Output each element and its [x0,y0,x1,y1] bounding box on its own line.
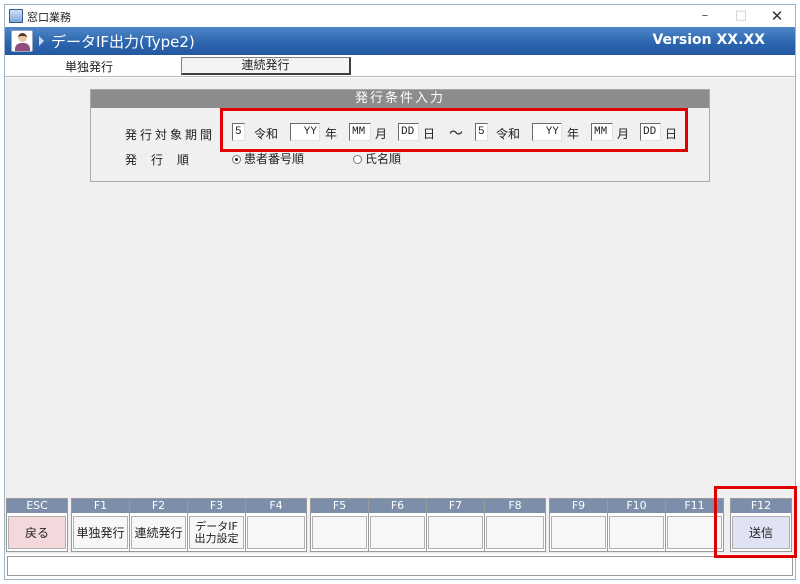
f6-button[interactable] [370,516,425,549]
continuous-issue-button[interactable]: 連続発行 [131,516,186,549]
order-radio-patient-number[interactable]: 患者番号順 [232,150,304,167]
title-bar: 窓口業務 – □ ✕ [5,5,795,27]
panel-heading: 発行条件入力 [91,90,709,108]
fkey-esc[interactable]: ESC 戻る [7,499,67,551]
fkey-caption: F1 [72,499,129,513]
f9-button[interactable] [551,516,606,549]
radio-label: 患者番号順 [244,152,305,166]
from-year-field[interactable]: YY [290,123,320,141]
to-era-name: 令和 [496,127,521,141]
to-day-unit: 日 [665,127,678,141]
menu-arrow-icon[interactable] [39,36,44,46]
fkey-group-f9-f11: F9 F10 F11 [549,498,724,552]
radio-label: 氏名順 [365,152,402,166]
tab-single-issue[interactable]: 単独発行 [65,58,113,75]
from-year-unit: 年 [325,127,338,141]
header-bar: データIF出力(Type2) Version XX.XX [5,27,795,55]
button-label-line2: 出力設定 [194,531,239,545]
radio-unselected-icon [353,155,362,164]
maximize-button[interactable]: □ [723,5,759,27]
fkey-caption: F2 [130,499,187,513]
data-if-settings-button[interactable]: データIF 出力設定 [189,516,244,549]
fkey-group-f5-f8: F5 F6 F7 F8 [310,498,546,552]
fkey-group-esc: ESC 戻る [6,498,68,552]
button-label-line1: データIF [195,519,238,533]
f7-button[interactable] [428,516,483,549]
fkey-f10[interactable]: F10 [608,499,666,551]
from-month-unit: 月 [375,127,388,141]
fkey-group-f12: F12 送信 [730,498,792,552]
fkey-caption: F4 [246,499,306,513]
to-month-unit: 月 [617,127,630,141]
fkey-group-f1-f4: F1 単独発行 F2 連続発行 F3 データIF 出力設定 F4 [71,498,307,552]
function-key-bar: ESC 戻る F1 単独発行 F2 連続発行 F3 データIF 出力設定 F4 [5,496,795,554]
to-month-field[interactable]: MM [591,123,613,141]
from-day-unit: 日 [423,127,436,141]
fkey-caption: ESC [7,499,67,513]
fkey-f9[interactable]: F9 [550,499,608,551]
from-month-field[interactable]: MM [349,123,371,141]
fkey-f3[interactable]: F3 データIF 出力設定 [188,499,246,551]
fkey-f12[interactable]: F12 送信 [731,499,791,551]
to-year-unit: 年 [567,127,580,141]
fkey-f2[interactable]: F2 連続発行 [130,499,188,551]
from-era-name: 令和 [254,127,279,141]
fkey-caption: F9 [550,499,607,513]
back-button[interactable]: 戻る [8,516,66,549]
order-label: 発行順 [125,153,204,167]
user-avatar-icon [11,30,33,52]
fkey-f5[interactable]: F5 [311,499,369,551]
radio-selected-icon [232,155,241,164]
fkey-f11[interactable]: F11 [666,499,723,551]
fkey-caption: F3 [188,499,245,513]
period-label: 発行対象期間 [125,128,216,142]
f5-button[interactable] [312,516,367,549]
f4-button[interactable] [247,516,305,549]
to-era-code-field[interactable]: 5 [475,123,488,141]
issue-conditions-panel: 発行条件入力 発行対象期間 5 令和 YY 年 MM 月 DD 日 ～ 5 令和… [90,89,710,182]
from-day-field[interactable]: DD [398,123,419,141]
screen-title: データIF出力(Type2) [51,33,195,51]
f11-button[interactable] [667,516,722,549]
fkey-caption: F7 [427,499,484,513]
fkey-f1[interactable]: F1 単独発行 [72,499,130,551]
from-era-code-field[interactable]: 5 [232,123,245,141]
fkey-caption: F6 [369,499,426,513]
app-title: 窓口業務 [27,11,71,24]
minimize-button[interactable]: – [687,5,723,27]
single-issue-button[interactable]: 単独発行 [73,516,128,549]
fkey-caption: F12 [731,499,791,513]
fkey-f8[interactable]: F8 [485,499,545,551]
tab-continuous-issue[interactable]: 連続発行 [181,57,351,75]
fkey-caption: F11 [666,499,723,513]
f10-button[interactable] [609,516,664,549]
to-day-field[interactable]: DD [640,123,661,141]
status-bar [7,556,793,576]
version-label: Version XX.XX [652,32,765,48]
fkey-f6[interactable]: F6 [369,499,427,551]
fkey-f7[interactable]: F7 [427,499,485,551]
f8-button[interactable] [486,516,544,549]
app-icon [9,9,23,23]
fkey-f4[interactable]: F4 [246,499,306,551]
range-separator: ～ [449,126,463,142]
order-radio-name[interactable]: 氏名順 [353,150,401,167]
fkey-caption: F8 [485,499,545,513]
app-window: 窓口業務 – □ ✕ データIF出力(Type2) Version XX.XX … [4,4,796,580]
mode-tabs: 単独発行 連続発行 [5,55,795,77]
main-area: 発行条件入力 発行対象期間 5 令和 YY 年 MM 月 DD 日 ～ 5 令和… [5,78,795,496]
fkey-caption: F5 [311,499,368,513]
close-button[interactable]: ✕ [759,5,795,27]
to-year-field[interactable]: YY [532,123,562,141]
send-button[interactable]: 送信 [732,516,790,549]
fkey-caption: F10 [608,499,665,513]
